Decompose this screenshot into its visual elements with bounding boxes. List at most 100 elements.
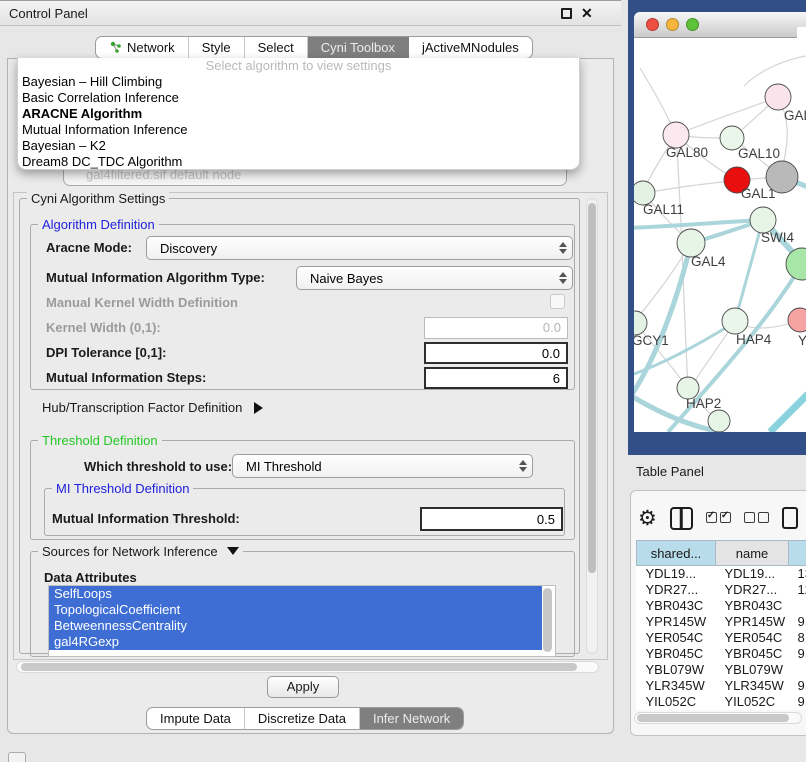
network-edge[interactable] xyxy=(634,324,732,376)
aracne-mode-combobox[interactable]: Discovery xyxy=(146,236,573,260)
list-item-selfloops[interactable]: SelfLoops xyxy=(49,586,542,602)
column-header-name[interactable]: name xyxy=(716,541,789,566)
apply-button[interactable]: Apply xyxy=(267,676,339,698)
table-cell[interactable]: YBR045C xyxy=(716,646,789,662)
deselect-all-checkboxes-icon[interactable] xyxy=(744,511,769,526)
table-cell[interactable] xyxy=(789,662,806,678)
tab-jactivemnodules[interactable]: jActiveMNodules xyxy=(409,37,532,58)
table-row[interactable]: YBR043CYBR043C xyxy=(637,598,806,614)
dropdown-item-bayesian-hill-climbing[interactable]: Bayesian – Hill Climbing xyxy=(18,74,579,90)
tab-style[interactable]: Style xyxy=(189,37,245,58)
scrollbar-thumb[interactable] xyxy=(543,588,552,652)
table-cell[interactable]: YBL079W xyxy=(716,662,789,678)
network-node-salmon[interactable] xyxy=(788,308,806,332)
network-edge[interactable] xyxy=(735,223,762,321)
network-node-hap4[interactable] xyxy=(722,308,748,334)
column-header-partial[interactable] xyxy=(789,541,806,566)
table-cell[interactable]: YBR045C xyxy=(637,646,716,662)
split-columns-icon[interactable] xyxy=(670,507,693,530)
network-node-biggrn[interactable] xyxy=(786,248,806,280)
tab-cyni-toolbox[interactable]: Cyni Toolbox xyxy=(308,37,409,58)
gear-icon[interactable]: ⚙ xyxy=(638,508,657,529)
network-node-gal4[interactable] xyxy=(677,229,705,257)
table-cell[interactable] xyxy=(789,598,806,614)
scrollbar-thumb[interactable] xyxy=(588,203,596,573)
tab-select[interactable]: Select xyxy=(245,37,308,58)
table-cell[interactable]: YIL052C xyxy=(716,694,789,710)
minimize-traffic-light[interactable] xyxy=(666,18,679,31)
table-horizontal-scrollbar[interactable] xyxy=(634,712,802,724)
tab-impute-data[interactable]: Impute Data xyxy=(147,708,245,729)
network-edge[interactable] xyxy=(770,394,806,432)
tab-infer-network[interactable]: Infer Network xyxy=(360,708,463,729)
mi-algorithm-type-combobox[interactable]: Naive Bayes xyxy=(296,266,573,290)
table-row[interactable]: YER054CYER054C8. xyxy=(637,630,806,646)
table-row[interactable]: YPR145WYPR145W9. xyxy=(637,614,806,630)
table-row[interactable]: YIL052CYIL052C9 xyxy=(637,694,806,710)
tab-network[interactable]: Network xyxy=(96,37,189,58)
table-cell[interactable]: YBL079W xyxy=(637,662,716,678)
table-cell[interactable]: 8. xyxy=(789,630,806,646)
network-edge[interactable] xyxy=(744,56,806,86)
table-cell[interactable]: YPR145W xyxy=(716,614,789,630)
dropdown-item-basic-correlation[interactable]: Basic Correlation Inference xyxy=(18,90,579,106)
table-cell[interactable]: 13 xyxy=(789,566,806,582)
dropdown-item-mutual-information[interactable]: Mutual Information Inference xyxy=(18,122,579,138)
manual-kernel-width-checkbox[interactable] xyxy=(550,294,565,309)
table-row[interactable]: YLR345WYLR345W9. xyxy=(637,678,806,694)
dropdown-item-bayesian-k2[interactable]: Bayesian – K2 xyxy=(18,138,579,154)
table-row[interactable]: YDL19...YDL19...13 xyxy=(637,566,806,582)
table-cell[interactable]: YDR27... xyxy=(716,582,789,598)
dropdown-item-dream8[interactable]: Dream8 DC_TDC Algorithm xyxy=(18,154,579,170)
list-item-topologicalcoefficient[interactable]: TopologicalCoefficient xyxy=(49,602,542,618)
tab-discretize-data[interactable]: Discretize Data xyxy=(245,708,360,729)
table-cell[interactable]: YDL19... xyxy=(716,566,789,582)
mi-steps-field[interactable]: 6 xyxy=(424,367,568,389)
select-all-checkboxes-icon[interactable] xyxy=(706,511,731,526)
table-cell[interactable]: YER054C xyxy=(637,630,716,646)
table-cell[interactable]: YLR345W xyxy=(716,678,789,694)
sources-group-title[interactable]: Sources for Network Inference xyxy=(38,544,243,559)
bottom-left-panel-button[interactable] xyxy=(8,752,26,762)
list-item-gal4rgexp[interactable]: gal4RGexp xyxy=(49,634,542,650)
table-cell[interactable]: 12 xyxy=(789,582,806,598)
network-canvas[interactable]: GAL80GAL10GAL1GAL11SWI4GAL4GCY1HAP4YHAP2… xyxy=(634,38,806,432)
table-cell[interactable]: YBR043C xyxy=(716,598,789,614)
table-row[interactable]: YDR27...YDR27...12 xyxy=(637,582,806,598)
list-item-betweennesscentrality[interactable]: BetweennessCentrality xyxy=(49,618,542,634)
scrollbar-thumb[interactable] xyxy=(637,714,789,722)
table-cell[interactable]: 9 xyxy=(789,694,806,710)
settings-horizontal-scrollbar[interactable] xyxy=(16,661,599,673)
table-cell[interactable]: YLR345W xyxy=(637,678,716,694)
table-cell[interactable]: YBR043C xyxy=(637,598,716,614)
float-panel-icon[interactable] xyxy=(561,8,572,19)
dropdown-item-aracne[interactable]: ARACNE Algorithm xyxy=(18,106,579,122)
table-cell[interactable]: 9. xyxy=(789,678,806,694)
table-row[interactable]: YBL079WYBL079W xyxy=(637,662,806,678)
scrollbar-thumb[interactable] xyxy=(21,663,577,671)
network-node-botnode[interactable] xyxy=(708,410,730,432)
table-row[interactable]: YBR045CYBR045C9. xyxy=(637,646,806,662)
table-cell[interactable]: YIL052C xyxy=(637,694,716,710)
table-cell[interactable]: YER054C xyxy=(716,630,789,646)
network-node-gray[interactable] xyxy=(766,161,798,193)
table-cell[interactable]: 9. xyxy=(789,646,806,662)
network-node-gal7[interactable] xyxy=(765,84,791,110)
settings-vertical-scrollbar[interactable] xyxy=(586,198,598,654)
close-traffic-light[interactable] xyxy=(646,18,659,31)
close-icon[interactable]: ✕ xyxy=(581,1,593,26)
list-vertical-scrollbar[interactable] xyxy=(543,588,553,654)
mi-threshold-field[interactable]: 0.5 xyxy=(420,507,563,531)
network-edge[interactable] xyxy=(643,181,735,193)
table-cell[interactable]: 9. xyxy=(789,614,806,630)
which-threshold-combobox[interactable]: MI Threshold xyxy=(232,454,533,478)
table-cell[interactable]: YDR27... xyxy=(637,582,716,598)
zoom-traffic-light[interactable] xyxy=(686,18,699,31)
network-node-gcy1[interactable] xyxy=(634,311,647,335)
dpi-tolerance-field[interactable]: 0.0 xyxy=(424,342,568,364)
document-icon[interactable] xyxy=(782,507,798,529)
kernel-width-field[interactable]: 0.0 xyxy=(424,317,568,339)
table-cell[interactable]: YDL19... xyxy=(637,566,716,582)
column-header-shared-name[interactable]: shared... xyxy=(637,541,716,566)
table-cell[interactable]: YPR145W xyxy=(637,614,716,630)
